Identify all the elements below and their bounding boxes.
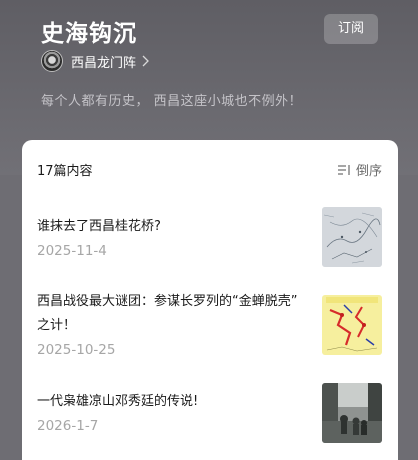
map-sketch-image — [322, 207, 382, 267]
avatar — [41, 50, 63, 72]
old-photo-image — [322, 383, 382, 443]
page: 史海钩沉 订阅 西昌龙门阵 每个人都有历史， 西昌这座小城也不例外！ 17篇内容… — [0, 0, 418, 460]
sort-icon — [337, 164, 350, 175]
author-name: 西昌龙门阵 — [71, 55, 137, 71]
page-title: 史海钩沉 — [41, 21, 137, 47]
subscribe-button[interactable]: 订阅 — [324, 14, 378, 44]
sort-label: 倒序 — [355, 164, 382, 179]
content-count: 17篇内容 — [37, 164, 93, 179]
chevron-right-icon — [142, 55, 149, 67]
sort-toggle[interactable]: 倒序 — [337, 160, 382, 179]
author-link[interactable]: 西昌龙门阵 — [41, 48, 149, 74]
battle-map-image — [322, 295, 382, 355]
article-thumbnail[interactable] — [322, 383, 382, 443]
article-thumbnail[interactable] — [322, 207, 382, 267]
collection-description: 每个人都有历史， 西昌这座小城也不例外！ — [41, 94, 303, 109]
article-list-card: 17篇内容 倒序 谁抹去了西昌桂花桥? 2025-11-4 西昌战役最大谜团：参… — [22, 140, 398, 460]
article-thumbnail[interactable] — [322, 295, 382, 355]
